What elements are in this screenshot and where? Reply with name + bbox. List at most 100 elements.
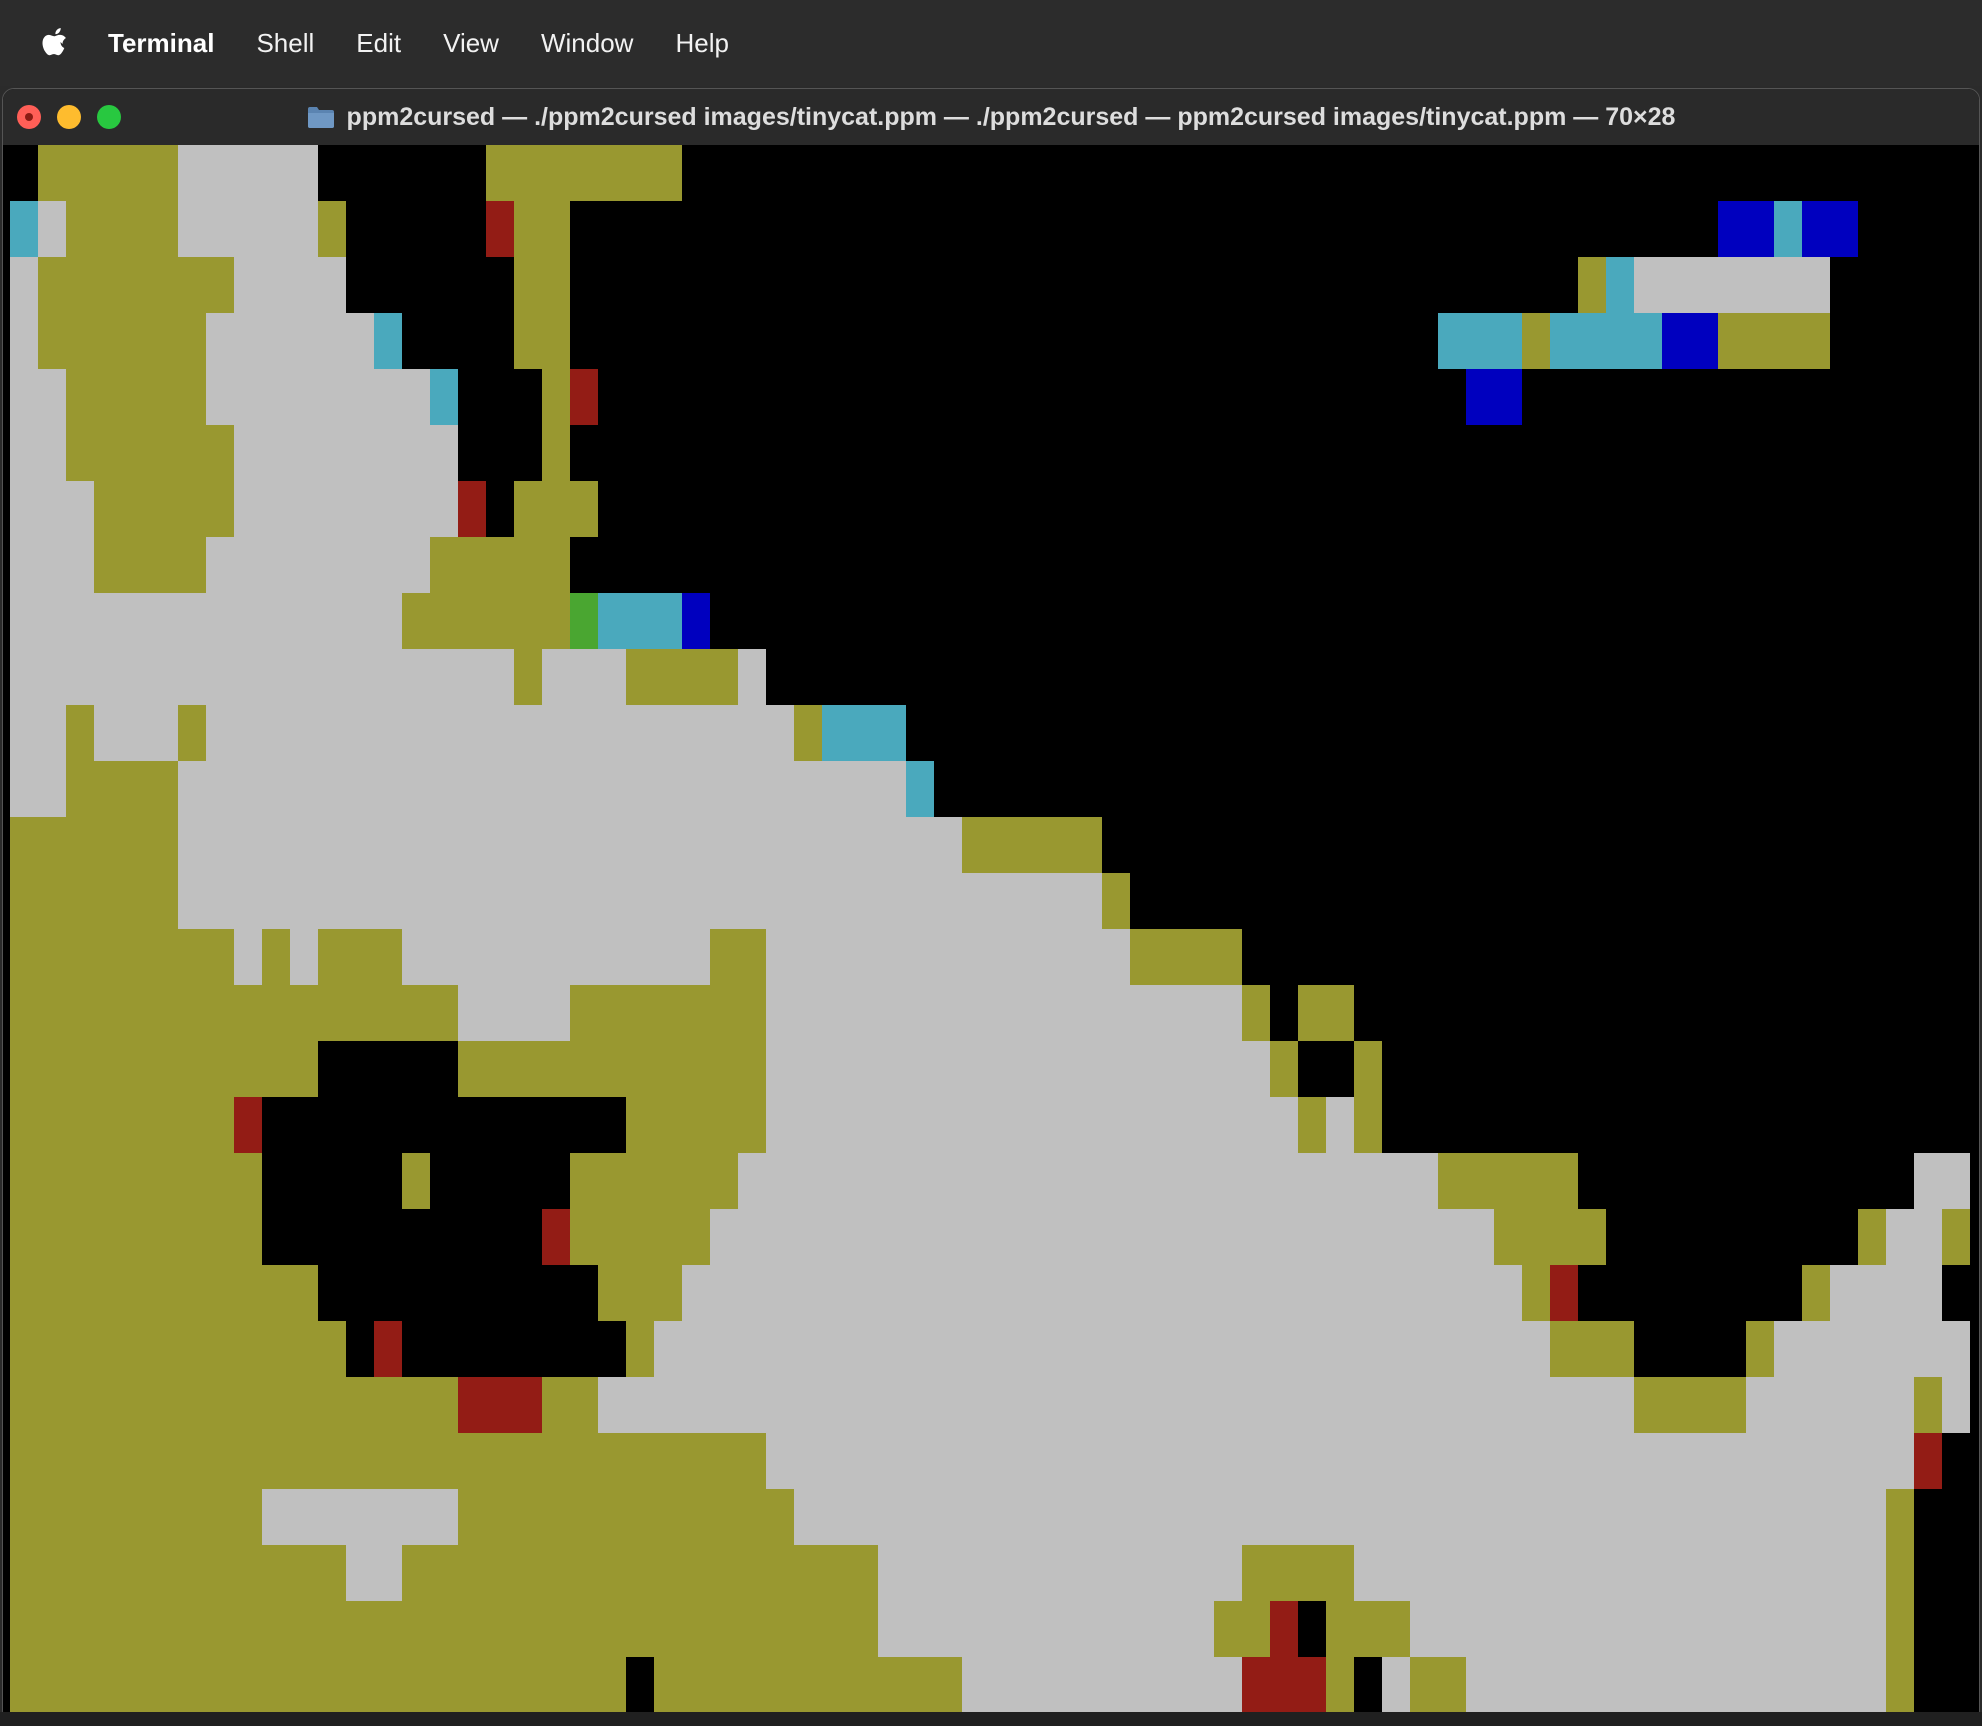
pixel-cell xyxy=(906,1153,934,1209)
menu-shell[interactable]: Shell xyxy=(256,28,314,59)
pixel-cell xyxy=(878,1209,906,1265)
pixel-cell xyxy=(598,985,626,1041)
pixel-cell xyxy=(402,929,430,985)
pixel-cell xyxy=(1522,1321,1550,1377)
pixel-cell xyxy=(1186,1377,1214,1433)
pixel-cell xyxy=(290,1433,318,1489)
pixel-cell xyxy=(962,985,990,1041)
pixel-cell xyxy=(626,1377,654,1433)
pixel-cell xyxy=(906,1433,934,1489)
pixel-cell xyxy=(38,369,66,425)
pixel-cell xyxy=(10,649,38,705)
pixel-cell xyxy=(430,1657,458,1713)
pixel-cell xyxy=(318,257,346,313)
pixel-cell xyxy=(1382,1377,1410,1433)
pixel-cell xyxy=(38,145,66,201)
pixel-cell xyxy=(374,369,402,425)
pixel-cell xyxy=(1242,1377,1270,1433)
pixel-cell xyxy=(1242,1097,1270,1153)
pixel-cell xyxy=(934,1153,962,1209)
pixel-cell xyxy=(850,929,878,985)
pixel-cell xyxy=(1634,1377,1662,1433)
pixel-cell xyxy=(1522,1489,1550,1545)
pixel-cell xyxy=(766,1489,794,1545)
pixel-cell xyxy=(150,929,178,985)
pixel-cell xyxy=(1214,1377,1242,1433)
pixel-cell xyxy=(1130,1601,1158,1657)
pixel-cell xyxy=(122,649,150,705)
pixel-cell xyxy=(1606,1377,1634,1433)
pixel-cell xyxy=(738,1545,766,1601)
pixel-cell xyxy=(10,761,38,817)
pixel-cell xyxy=(486,1377,514,1433)
pixel-cell xyxy=(1858,1209,1886,1265)
pixel-cell xyxy=(570,705,598,761)
pixel-cell xyxy=(458,537,486,593)
minimize-button[interactable] xyxy=(57,105,81,129)
pixel-cell xyxy=(38,1545,66,1601)
pixel-cell xyxy=(318,1545,346,1601)
pixel-cell xyxy=(38,257,66,313)
pixel-cell xyxy=(990,929,1018,985)
menu-window[interactable]: Window xyxy=(541,28,633,59)
pixel-cell xyxy=(822,1545,850,1601)
zoom-button[interactable] xyxy=(97,105,121,129)
pixel-cell xyxy=(206,145,234,201)
pixel-cell xyxy=(262,929,290,985)
pixel-cell xyxy=(1158,1265,1186,1321)
window-titlebar[interactable]: ppm2cursed — ./ppm2cursed images/tinycat… xyxy=(3,89,1979,145)
pixel-cell xyxy=(878,1321,906,1377)
pixel-cell xyxy=(234,1545,262,1601)
pixel-cell xyxy=(934,1097,962,1153)
pixel-cell xyxy=(542,593,570,649)
pixel-cell xyxy=(598,1377,626,1433)
pixel-cell xyxy=(766,1321,794,1377)
pixel-cell xyxy=(10,985,38,1041)
pixel-cell xyxy=(1046,817,1074,873)
pixel-cell xyxy=(206,369,234,425)
pixel-cell xyxy=(290,985,318,1041)
pixel-cell xyxy=(402,537,430,593)
pixel-cell xyxy=(794,1657,822,1713)
pixel-cell xyxy=(458,929,486,985)
pixel-cell xyxy=(1298,1433,1326,1489)
pixel-cell xyxy=(654,1377,682,1433)
terminal-content[interactable] xyxy=(3,145,1979,1721)
pixel-cell xyxy=(66,481,94,537)
pixel-cell xyxy=(1102,873,1130,929)
menu-view[interactable]: View xyxy=(443,28,499,59)
pixel-cell xyxy=(1298,1153,1326,1209)
pixel-cell xyxy=(1606,257,1634,313)
pixel-cell xyxy=(122,313,150,369)
pixel-cell xyxy=(94,929,122,985)
pixel-cell xyxy=(822,1041,850,1097)
pixel-cell xyxy=(10,425,38,481)
pixel-cell xyxy=(206,1153,234,1209)
pixel-cell xyxy=(1634,257,1662,313)
pixel-cell xyxy=(1018,1209,1046,1265)
menu-help[interactable]: Help xyxy=(675,28,728,59)
pixel-cell xyxy=(962,1041,990,1097)
menu-edit[interactable]: Edit xyxy=(356,28,401,59)
pixel-cell xyxy=(430,1601,458,1657)
pixel-cell xyxy=(682,649,710,705)
pixel-cell xyxy=(1018,1321,1046,1377)
pixel-cell xyxy=(10,1433,38,1489)
pixel-cell xyxy=(654,1601,682,1657)
pixel-cell xyxy=(542,1433,570,1489)
pixel-cell xyxy=(402,1545,430,1601)
menu-app-terminal[interactable]: Terminal xyxy=(108,28,214,59)
apple-logo-icon[interactable] xyxy=(40,26,68,60)
pixel-cell xyxy=(794,1321,822,1377)
pixel-cell xyxy=(654,1489,682,1545)
pixel-cell xyxy=(458,705,486,761)
pixel-cell xyxy=(766,1545,794,1601)
pixel-cell xyxy=(1186,1265,1214,1321)
pixel-cell xyxy=(66,1321,94,1377)
pixel-cell xyxy=(94,1601,122,1657)
pixel-cell xyxy=(1662,1377,1690,1433)
pixel-cell xyxy=(766,1601,794,1657)
close-button[interactable] xyxy=(17,105,41,129)
pixel-cell xyxy=(1298,1489,1326,1545)
pixel-cell xyxy=(346,481,374,537)
